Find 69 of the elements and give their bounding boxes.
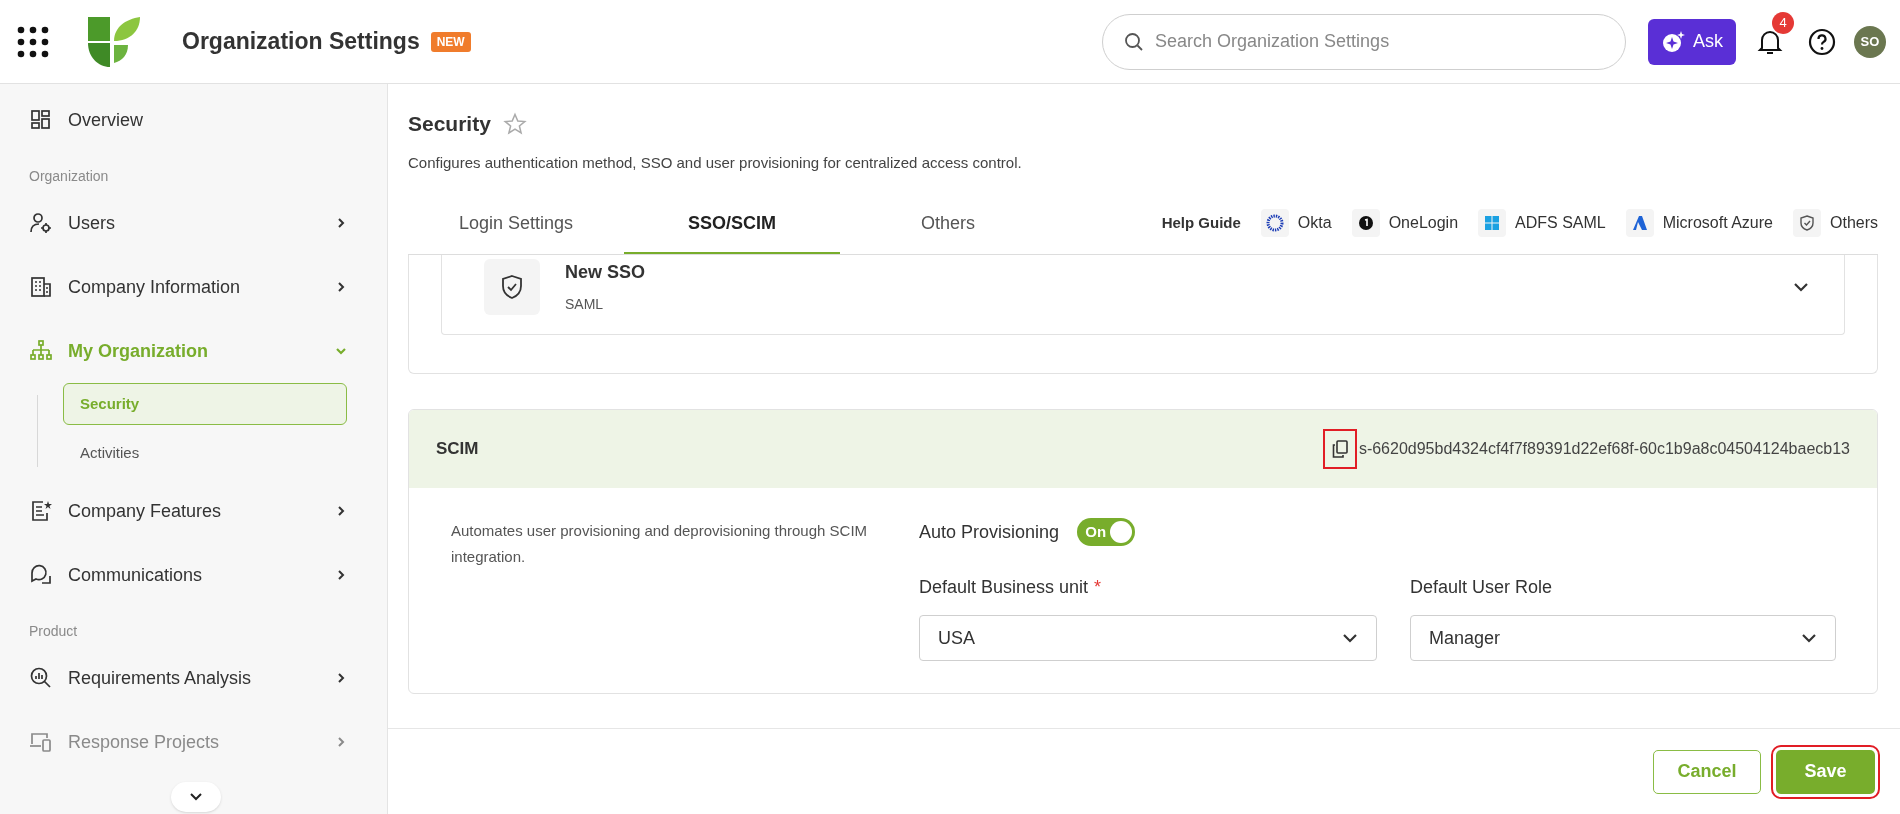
help-guide-link[interactable]: Microsoft Azure xyxy=(1625,209,1773,237)
logo-icon xyxy=(88,16,140,67)
app-grid-icon[interactable] xyxy=(16,24,50,59)
help-guide-link[interactable]: ADFS SAML xyxy=(1478,209,1606,237)
required-asterisk: * xyxy=(1094,576,1102,599)
select-field[interactable]: USA xyxy=(919,615,1377,661)
tab[interactable]: Others xyxy=(840,194,1056,254)
number-one-icon xyxy=(1351,209,1380,237)
nav-item[interactable]: Company Features xyxy=(0,479,387,543)
sso-name: New SSO xyxy=(565,260,646,284)
document-star-icon xyxy=(29,499,53,523)
chevron-down-icon xyxy=(1801,633,1817,643)
tab[interactable]: SSO/SCIM xyxy=(624,194,840,254)
sso-card[interactable]: New SSO SAML xyxy=(441,255,1845,335)
nav-section-heading: Product xyxy=(28,622,79,641)
help-guide-link[interactable]: OneLogin xyxy=(1351,209,1459,237)
nav-item[interactable]: Requirements Analysis xyxy=(0,646,387,710)
chevron-right-icon xyxy=(335,735,347,749)
page-title: Security xyxy=(408,111,491,137)
scim-description: Automates user provisioning and deprovisioning through SCIM integration. xyxy=(451,521,869,567)
auto-provisioning-label: Auto Provisioning xyxy=(919,520,1060,544)
chevron-down-icon[interactable] xyxy=(1792,280,1810,293)
app-title: Organization Settings xyxy=(182,27,420,57)
nav-item[interactable]: Overview xyxy=(0,88,387,152)
help-guide-link[interactable]: Okta xyxy=(1260,209,1332,237)
shield-check-icon xyxy=(484,258,540,315)
notification-count: 4 xyxy=(1772,11,1794,34)
tab[interactable]: Login Settings xyxy=(408,194,624,254)
user-avatar[interactable]: SO xyxy=(1854,25,1886,58)
nav-subitem[interactable]: Activities xyxy=(63,433,347,473)
field-label: Default Business unit xyxy=(919,576,1089,599)
favorite-star-icon[interactable] xyxy=(502,111,527,136)
nav-item[interactable]: Communications xyxy=(0,543,387,607)
new-badge: NEW xyxy=(430,31,471,52)
chevron-right-icon xyxy=(335,568,347,582)
chevron-right-icon xyxy=(335,216,347,230)
sparkle-icon xyxy=(1661,29,1685,54)
chevron-right-icon xyxy=(335,671,347,685)
scim-title: SCIM xyxy=(436,438,479,461)
user-gear-icon xyxy=(29,211,53,235)
nav-section-heading: Organization xyxy=(28,167,110,186)
copy-icon[interactable] xyxy=(1324,431,1355,467)
chevron-down-icon xyxy=(189,792,203,802)
help-guide-label: Help Guide xyxy=(1161,212,1241,233)
chat-bubbles-icon xyxy=(29,563,53,587)
windows-icon xyxy=(1478,209,1507,237)
field-label: Default User Role xyxy=(1410,576,1554,599)
chevron-right-icon xyxy=(335,280,347,294)
hierarchy-icon xyxy=(29,339,53,363)
select-field[interactable]: Manager xyxy=(1410,615,1836,661)
help-guide-link[interactable]: Others xyxy=(1793,209,1878,237)
search-icon xyxy=(1124,31,1144,52)
letter-a-icon xyxy=(1625,209,1654,237)
ask-button[interactable]: Ask xyxy=(1648,18,1736,65)
chevron-right-icon xyxy=(335,504,347,518)
nav-item[interactable]: Users xyxy=(0,191,387,255)
sunburst-icon xyxy=(1260,209,1289,237)
page-description: Configures authentication method, SSO and user provisioning for centralized access control. xyxy=(408,152,1023,173)
search-chart-icon xyxy=(29,666,53,690)
search-field[interactable]: Search Organization Settings xyxy=(1102,13,1626,70)
dashboard-icon xyxy=(29,108,53,132)
building-icon xyxy=(29,275,53,299)
chevron-down-icon xyxy=(1342,633,1358,643)
nav-item[interactable]: Company Information xyxy=(0,255,387,319)
shield-check-icon xyxy=(1793,209,1821,237)
sso-type: SAML xyxy=(565,294,605,314)
scim-token: s-6620d95bd4324cf4f7f89391d22ef68f-60c1b9a8c04504124baecb13 xyxy=(1358,439,1850,459)
help-icon[interactable] xyxy=(1808,27,1836,56)
devices-icon xyxy=(29,730,53,754)
